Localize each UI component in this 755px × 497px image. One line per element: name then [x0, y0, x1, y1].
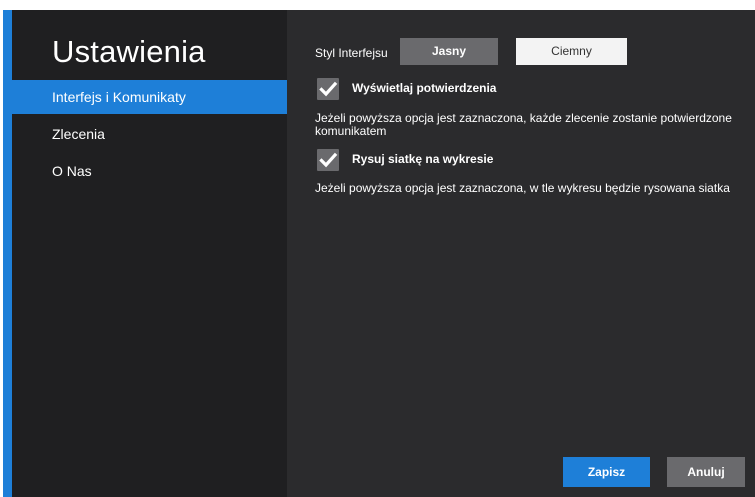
sidebar-item-label: O Nas [52, 163, 92, 179]
save-button[interactable]: Zapisz [563, 457, 650, 487]
checkmark-icon [319, 81, 338, 97]
confirmations-label: Wyświetlaj potwierdzenia [352, 81, 497, 95]
sidebar-item-label: Zlecenia [52, 126, 105, 142]
theme-light-button[interactable]: Jasny [400, 38, 498, 65]
grid-description: Jeżeli powyższa opcja jest zaznaczona, w… [315, 181, 730, 195]
interface-style-label: Styl Interfejsu [315, 46, 388, 60]
grid-checkbox[interactable] [317, 149, 339, 171]
accent-bar [3, 10, 12, 497]
sidebar-item-label: Interfejs i Komunikaty [52, 89, 186, 105]
sidebar-item-orders[interactable]: Zlecenia [12, 117, 287, 151]
sidebar: Ustawienia Interfejs i Komunikaty Zlecen… [12, 10, 287, 497]
confirmations-description: Jeżeli powyższa opcja jest zaznaczona, k… [315, 111, 732, 138]
confirmations-checkbox[interactable] [317, 78, 339, 100]
settings-window: Ustawienia Interfejs i Komunikaty Zlecen… [3, 10, 755, 497]
settings-content: Styl Interfejsu Jasny Ciemny Wyświetlaj … [287, 10, 755, 497]
sidebar-title: Ustawienia [52, 34, 206, 69]
grid-label: Rysuj siatkę na wykresie [352, 152, 494, 166]
sidebar-item-about[interactable]: O Nas [12, 154, 287, 188]
sidebar-item-interface[interactable]: Interfejs i Komunikaty [12, 80, 287, 114]
cancel-button[interactable]: Anuluj [667, 457, 745, 487]
theme-dark-button[interactable]: Ciemny [516, 38, 627, 65]
checkmark-icon [319, 152, 338, 168]
